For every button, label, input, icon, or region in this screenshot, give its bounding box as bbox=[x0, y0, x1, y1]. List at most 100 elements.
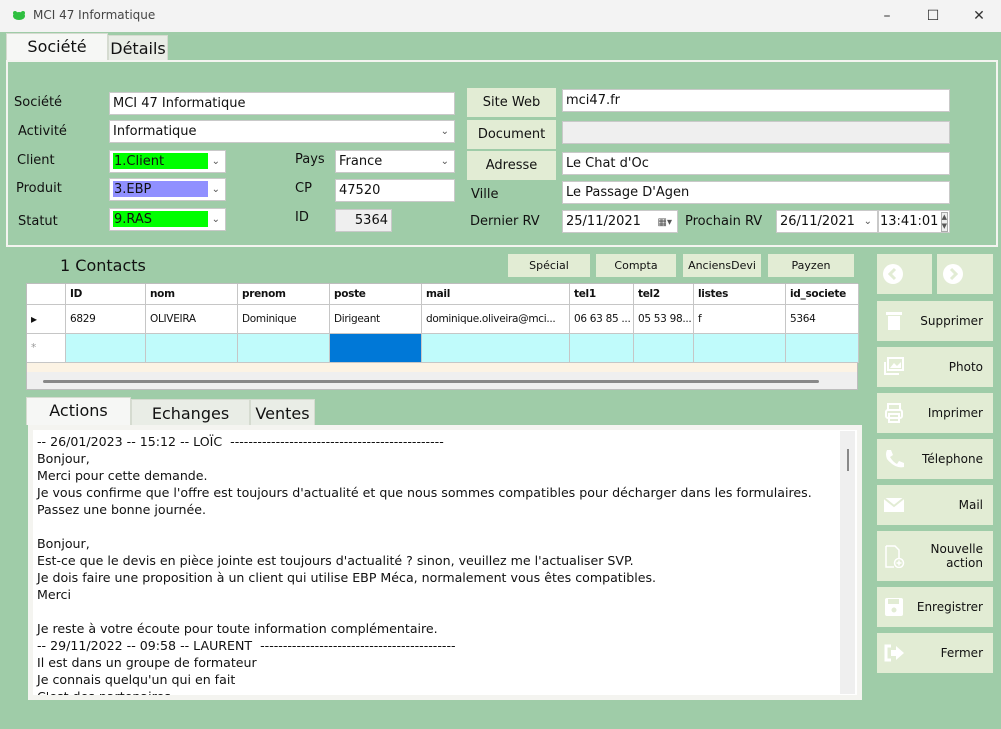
grid-cell-tel2[interactable]: 05 53 98... bbox=[634, 305, 694, 334]
dernier-rv-label: Dernier RV bbox=[470, 214, 540, 229]
trash-icon bbox=[886, 311, 902, 330]
chevron-down-icon: ⌄ bbox=[440, 126, 449, 137]
adresse-button[interactable]: Adresse bbox=[467, 151, 556, 180]
column-header-tel2[interactable]: tel2 bbox=[634, 284, 694, 305]
action-text-line: Je reste à votre écoute pour toute infor… bbox=[37, 621, 438, 636]
tab-societe[interactable]: Société bbox=[6, 33, 108, 61]
new-row-cell[interactable] bbox=[694, 334, 786, 363]
chevron-down-icon: ⌄ bbox=[211, 214, 220, 225]
new-row-cell[interactable] bbox=[786, 334, 859, 363]
prochain-rv-label: Prochain RV bbox=[685, 214, 763, 229]
calendar-icon: ▦▾ bbox=[657, 217, 672, 228]
button-label: Imprimer bbox=[927, 406, 983, 420]
previous-button[interactable] bbox=[877, 254, 932, 294]
phone-icon bbox=[886, 449, 904, 467]
grid-corner[interactable] bbox=[27, 284, 66, 305]
grid-cell-tel1[interactable]: 06 63 85 ... bbox=[570, 305, 634, 334]
site-web-input[interactable]: mci47.fr bbox=[562, 89, 950, 112]
tab-actions[interactable]: Actions bbox=[26, 397, 131, 425]
new-row-cell[interactable] bbox=[634, 334, 694, 363]
action-text-line: C'est des partenaires bbox=[37, 688, 171, 695]
imprimer-button[interactable]: Imprimer bbox=[877, 393, 993, 433]
action-text-line: Je dois faire une proposition à un clien… bbox=[37, 570, 657, 585]
new-row-cell[interactable] bbox=[66, 334, 146, 363]
adresse-input[interactable]: Le Chat d'Oc bbox=[562, 152, 950, 175]
prochain-rv-time[interactable]: 13:41:01 ▲ ▼ bbox=[878, 210, 950, 233]
grid-cell-listes[interactable]: f bbox=[694, 305, 786, 334]
action-text-line: Il est dans un groupe de formateur bbox=[37, 655, 257, 670]
column-header-ID[interactable]: ID bbox=[66, 284, 146, 305]
next-button[interactable] bbox=[937, 254, 993, 294]
grid-cell-mail[interactable]: dominique.oliveira@mci... bbox=[422, 305, 570, 334]
textarea-scrollbar[interactable] bbox=[840, 431, 855, 694]
document-button[interactable]: Document bbox=[467, 120, 556, 149]
new-row-cell[interactable] bbox=[570, 334, 634, 363]
prochain-rv-date[interactable]: 26/11/2021 ⌄ bbox=[776, 210, 878, 233]
new-row-cell[interactable] bbox=[146, 334, 238, 363]
societe-input[interactable]: MCI 47 Informatique bbox=[109, 92, 455, 115]
frog-icon bbox=[13, 11, 25, 20]
spinner-icon[interactable]: ▲ ▼ bbox=[940, 212, 948, 232]
grid-cell-poste[interactable]: Dirigeant bbox=[330, 305, 422, 334]
fermer-button[interactable]: Fermer bbox=[877, 633, 993, 673]
maximize-button[interactable]: ☐ bbox=[910, 4, 956, 28]
action-text-line: Merci pour cette demande. bbox=[37, 468, 208, 483]
special-button[interactable]: Spécial bbox=[508, 254, 590, 277]
mail-icon bbox=[883, 496, 905, 512]
button-label: Fermer bbox=[940, 646, 983, 660]
nouvelle-action-button[interactable]: Nouvelle action bbox=[877, 531, 993, 581]
document-input[interactable] bbox=[562, 121, 950, 144]
dernier-rv-datepicker[interactable]: 25/11/2021 ▦▾ bbox=[562, 210, 678, 233]
new-row-header[interactable]: * bbox=[27, 334, 66, 363]
activite-label: Activité bbox=[18, 124, 67, 139]
compta-button[interactable]: Compta bbox=[596, 254, 676, 277]
tab-echanges[interactable]: Echanges bbox=[131, 399, 250, 425]
exit-icon bbox=[884, 644, 904, 661]
close-button[interactable]: ✕ bbox=[956, 4, 1001, 28]
column-header-id_societe[interactable]: id_societe bbox=[786, 284, 859, 305]
grid-cell-id_societe[interactable]: 5364 bbox=[786, 305, 859, 334]
anciens-devis-button[interactable]: AnciensDevi bbox=[683, 254, 761, 277]
produit-select[interactable]: 3.EBP ⌄ bbox=[109, 178, 226, 201]
action-text-line: Je vous confirme que l'offre est toujour… bbox=[37, 485, 812, 500]
tab-ventes[interactable]: Ventes bbox=[250, 399, 315, 425]
pays-select[interactable]: France ⌄ bbox=[335, 150, 455, 173]
grid-cell-prenom[interactable]: Dominique bbox=[238, 305, 330, 334]
ville-input[interactable]: Le Passage D'Agen bbox=[562, 181, 950, 204]
site-web-button[interactable]: Site Web bbox=[467, 88, 556, 117]
supprimer-button[interactable]: Supprimer bbox=[877, 301, 993, 341]
tab-details[interactable]: Détails bbox=[108, 35, 168, 60]
action-text-line: Est-ce que le devis en pièce jointe est … bbox=[37, 553, 634, 568]
button-label: Mail bbox=[958, 498, 983, 512]
cp-input[interactable]: 47520 bbox=[335, 179, 455, 202]
column-header-listes[interactable]: listes bbox=[694, 284, 786, 305]
column-header-tel1[interactable]: tel1 bbox=[570, 284, 634, 305]
column-header-nom[interactable]: nom bbox=[146, 284, 238, 305]
row-header[interactable]: ▸ bbox=[27, 305, 66, 334]
client-select[interactable]: 1.Client ⌄ bbox=[109, 150, 226, 173]
grid-cell-nom[interactable]: OLIVEIRA bbox=[146, 305, 238, 334]
column-header-poste[interactable]: poste bbox=[330, 284, 422, 305]
prochain-rv-date-value: 26/11/2021 bbox=[780, 214, 855, 229]
id-field: 5364 bbox=[335, 209, 392, 232]
chevron-down-icon: ⌄ bbox=[863, 216, 872, 227]
scrollbar-thumb[interactable] bbox=[847, 449, 849, 471]
activite-select[interactable]: Informatique ⌄ bbox=[109, 120, 455, 143]
statut-select[interactable]: 9.RAS ⌄ bbox=[109, 208, 226, 231]
ville-label: Ville bbox=[471, 187, 499, 202]
new-row-cell[interactable] bbox=[422, 334, 570, 363]
enregistrer-button[interactable]: Enregistrer bbox=[877, 587, 993, 627]
minimize-button[interactable]: – bbox=[864, 4, 910, 28]
grid-horizontal-scrollbar[interactable] bbox=[43, 380, 819, 383]
photo-button[interactable]: Photo bbox=[877, 347, 993, 387]
actions-textarea[interactable]: -- 26/01/2023 -- 15:12 -- LOÏC ---------… bbox=[33, 430, 857, 695]
new-row-cell[interactable] bbox=[330, 334, 422, 363]
column-header-prenom[interactable]: prenom bbox=[238, 284, 330, 305]
new-row-cell[interactable] bbox=[238, 334, 330, 363]
column-header-mail[interactable]: mail bbox=[422, 284, 570, 305]
mail-button[interactable]: Mail bbox=[877, 485, 993, 525]
payzen-button[interactable]: Payzen bbox=[768, 254, 854, 277]
grid-cell-ID[interactable]: 6829 bbox=[66, 305, 146, 334]
contacts-grid[interactable]: ID nom prenom poste mail tel1 tel2 listes id_soc… bbox=[26, 283, 859, 390]
télephone-button[interactable]: Télephone bbox=[877, 439, 993, 479]
